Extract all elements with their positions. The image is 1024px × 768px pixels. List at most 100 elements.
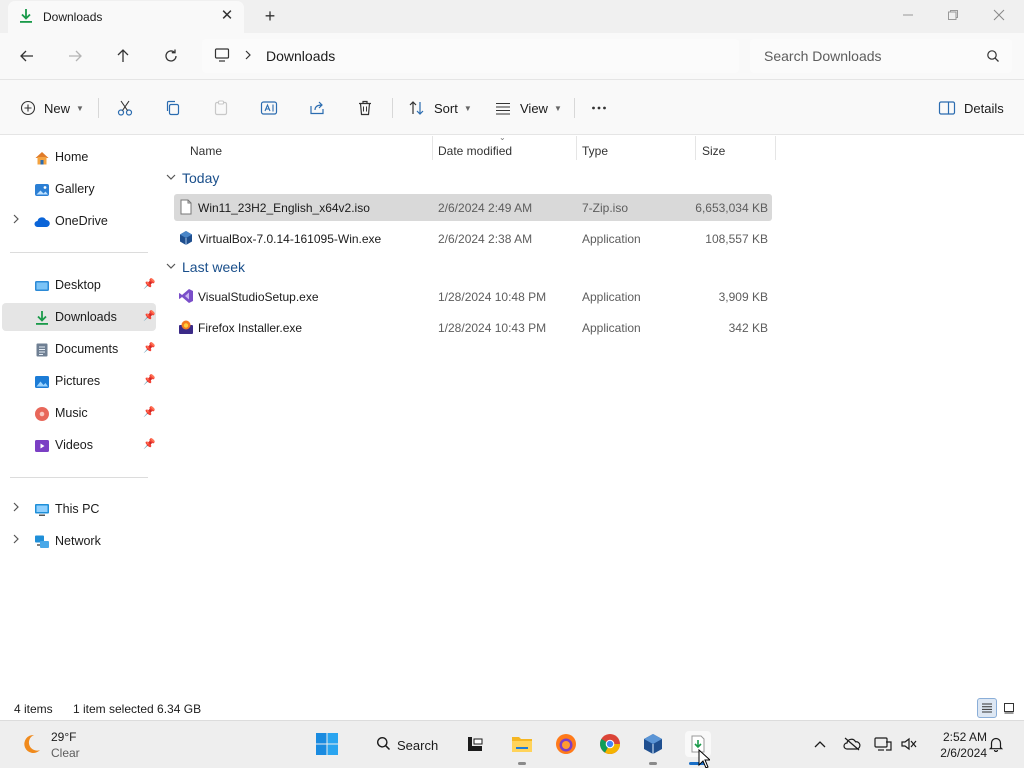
copy-button[interactable] (164, 94, 182, 122)
sidebar-item-home[interactable]: Home (2, 143, 156, 171)
onedrive-tray-icon[interactable] (843, 735, 861, 753)
notifications-button[interactable] (987, 735, 1005, 753)
restore-button[interactable] (943, 5, 963, 25)
sidebar-item-downloads[interactable]: Downloads 📌 (2, 303, 156, 331)
details-view-toggle[interactable] (977, 698, 997, 718)
search-box[interactable] (750, 39, 1012, 73)
close-window-button[interactable] (989, 5, 1009, 25)
file-explorer-taskbar-button[interactable] (509, 731, 535, 757)
file-name: Firefox Installer.exe (198, 321, 303, 335)
details-pane-button[interactable]: Details (938, 94, 1004, 122)
home-icon (34, 150, 50, 166)
taskbar: 29°F Clear Search 2:52 AM 2/6/2024 (0, 720, 1024, 768)
group-header-today[interactable]: Today (166, 170, 219, 186)
chevron-right-icon[interactable] (12, 214, 20, 227)
column-separator[interactable] (775, 136, 776, 160)
firefox-taskbar-button[interactable] (553, 731, 579, 757)
file-row-win11-iso[interactable]: Win11_23H2_English_x64v2.iso 2/6/2024 2:… (174, 194, 772, 221)
column-separator[interactable] (695, 136, 696, 160)
new-label: New (44, 100, 71, 116)
sidebar-item-music[interactable]: Music 📌 (2, 399, 156, 427)
new-tab-button[interactable]: + (262, 7, 278, 25)
search-icon[interactable] (986, 49, 1000, 66)
sidebar-divider (10, 252, 148, 253)
firefox-installer-icon (178, 319, 194, 335)
sidebar-item-pictures[interactable]: Pictures 📌 (2, 367, 156, 395)
column-separator[interactable] (432, 136, 433, 160)
visual-studio-icon (178, 288, 194, 304)
delete-button[interactable] (356, 94, 374, 122)
sidebar-item-desktop[interactable]: Desktop 📌 (2, 271, 156, 299)
volume-muted-tray-icon[interactable] (900, 735, 918, 753)
show-hidden-icons-button[interactable] (811, 735, 829, 753)
column-header-type[interactable]: Type (582, 139, 608, 163)
sidebar-item-videos[interactable]: Videos 📌 (2, 431, 156, 459)
minimize-button[interactable] (898, 5, 918, 25)
chevron-down-icon: ▼ (76, 103, 84, 113)
clock-date[interactable]: 2/6/2024 (927, 746, 987, 760)
sidebar-item-this-pc[interactable]: This PC (2, 495, 156, 523)
downloads-icon (18, 8, 34, 27)
refresh-button[interactable] (160, 45, 182, 67)
sidebar-item-label: OneDrive (55, 214, 108, 228)
pin-icon[interactable]: 📌 (143, 439, 155, 450)
more-options-button[interactable] (590, 94, 608, 122)
chevron-down-icon (166, 173, 176, 184)
task-view-button[interactable] (462, 731, 488, 757)
search-input[interactable] (764, 48, 974, 64)
sidebar-item-onedrive[interactable]: OneDrive (2, 207, 156, 235)
file-row-firefox-installer[interactable]: Firefox Installer.exe 1/28/2024 10:43 PM… (174, 314, 772, 341)
virtualbox-taskbar-button[interactable] (640, 731, 666, 757)
weather-condition[interactable]: Clear (51, 746, 80, 760)
chevron-right-icon[interactable] (12, 502, 20, 515)
file-size: 108,557 KB (705, 232, 768, 246)
tiles-view-toggle[interactable] (999, 698, 1019, 718)
group-header-last-week[interactable]: Last week (166, 259, 245, 275)
pin-icon[interactable]: 📌 (143, 279, 155, 290)
column-header-date-modified[interactable]: Date modified (438, 139, 512, 163)
chevron-right-icon[interactable] (12, 534, 20, 547)
tab-downloads[interactable]: Downloads ✕ (8, 1, 244, 33)
address-bar[interactable]: Downloads (202, 39, 739, 73)
clock-time[interactable]: 2:52 AM (937, 730, 987, 744)
weather-moon-icon[interactable] (18, 731, 44, 757)
pin-icon[interactable]: 📌 (143, 343, 155, 354)
back-button[interactable] (16, 45, 38, 67)
rename-button[interactable] (260, 94, 278, 122)
network-tray-icon[interactable] (874, 735, 892, 753)
monitor-icon[interactable] (214, 47, 230, 66)
breadcrumb-downloads[interactable]: Downloads (266, 48, 335, 64)
up-button[interactable] (112, 45, 134, 67)
tab-close-icon[interactable]: ✕ (220, 8, 234, 23)
taskbar-search-label: Search (397, 737, 439, 753)
this-pc-icon (34, 502, 50, 518)
share-button[interactable] (308, 94, 326, 122)
forward-button[interactable] (64, 45, 86, 67)
breadcrumb-chevron-icon[interactable] (244, 49, 252, 63)
sidebar-item-documents[interactable]: Documents 📌 (2, 335, 156, 363)
column-header-size[interactable]: Size (702, 139, 725, 163)
view-button[interactable]: View ▼ (494, 94, 562, 122)
column-header-date-label: Date modified (438, 144, 513, 158)
pin-icon[interactable]: 📌 (143, 311, 155, 322)
running-indicator (518, 762, 526, 765)
column-separator[interactable] (576, 136, 577, 160)
pin-icon[interactable]: 📌 (143, 407, 155, 418)
pin-icon[interactable]: 📌 (143, 375, 155, 386)
start-button[interactable] (314, 731, 340, 757)
sidebar-item-network[interactable]: Network (2, 527, 156, 555)
group-label: Today (182, 170, 220, 186)
cut-button[interactable] (116, 94, 134, 122)
new-button[interactable]: New ▼ (20, 94, 84, 122)
column-header-name[interactable]: Name (190, 139, 222, 163)
file-row-virtualbox[interactable]: VirtualBox-7.0.14-161095-Win.exe 2/6/202… (174, 225, 772, 252)
sidebar-item-label: Documents (55, 342, 119, 356)
sort-button[interactable]: Sort ▼ (408, 94, 472, 122)
sidebar-item-gallery[interactable]: Gallery (2, 175, 156, 203)
taskbar-search-button[interactable]: Search (366, 731, 440, 759)
paste-icon (214, 100, 228, 116)
weather-temperature[interactable]: 29°F (51, 730, 76, 744)
file-row-visual-studio-setup[interactable]: VisualStudioSetup.exe 1/28/2024 10:48 PM… (174, 283, 772, 310)
paste-button[interactable] (212, 94, 230, 122)
chrome-taskbar-button[interactable] (597, 731, 623, 757)
